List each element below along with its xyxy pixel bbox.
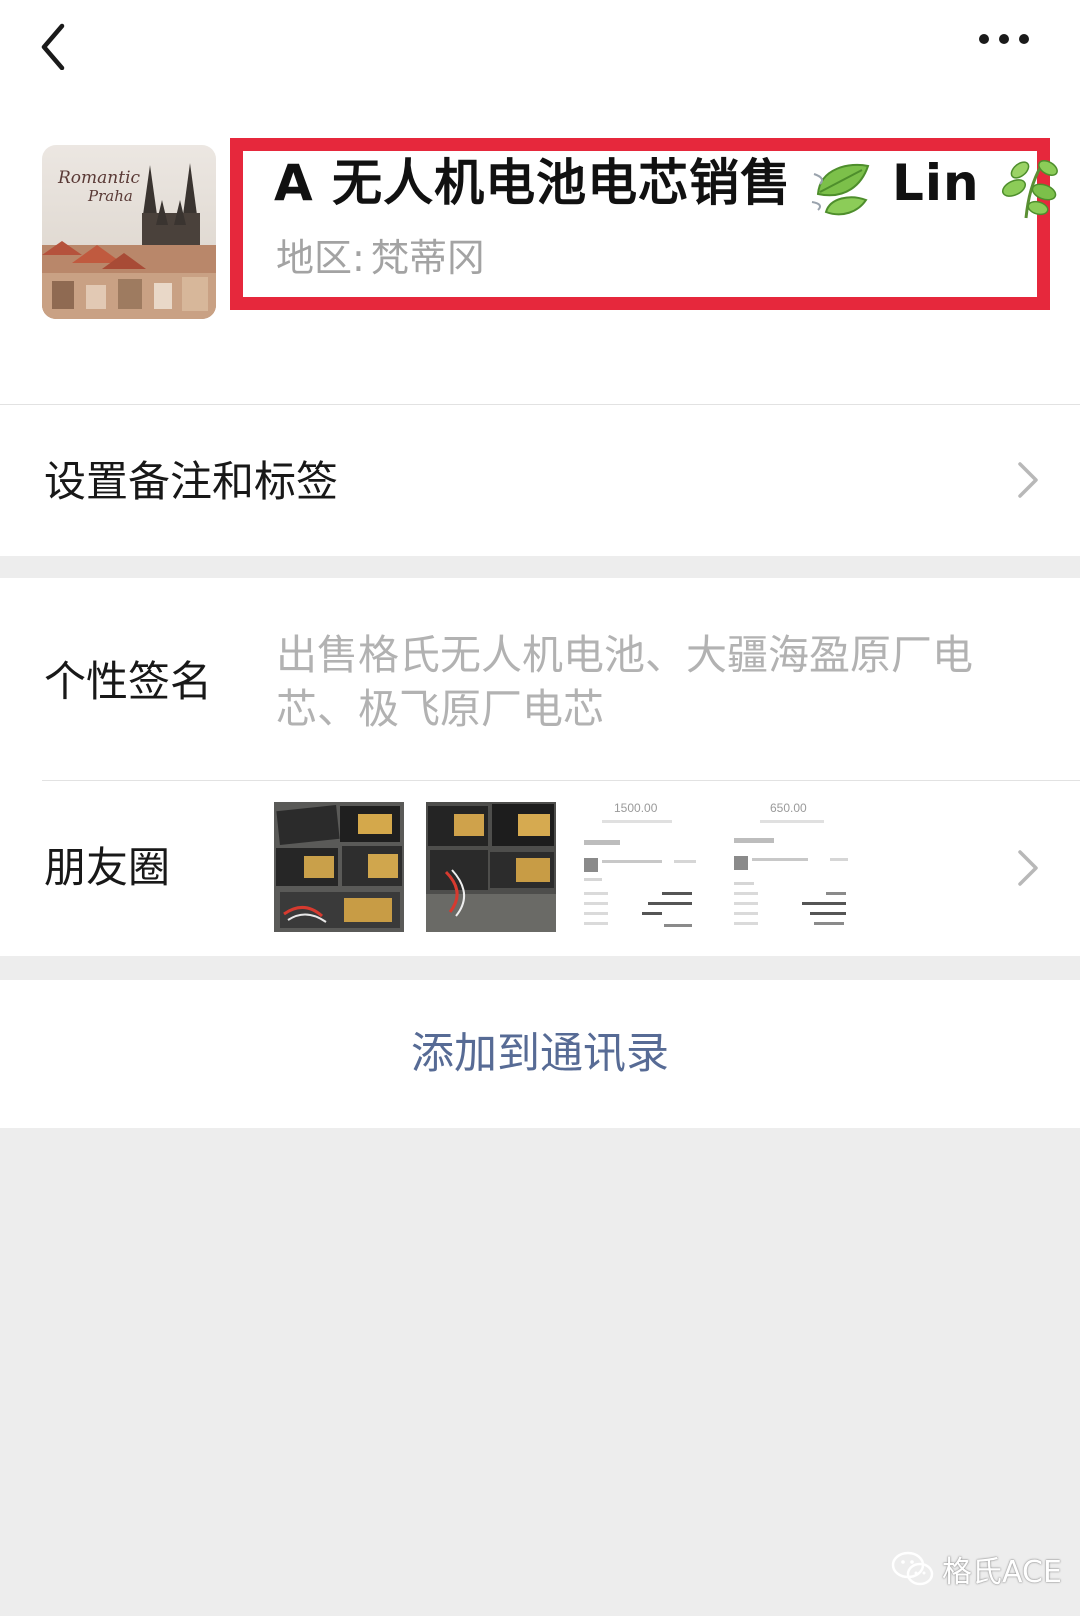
watermark: 格氏ACE bbox=[890, 1544, 1062, 1594]
watermark-text: 格氏ACE bbox=[942, 1555, 1062, 1590]
nickname-main: 无人机电池电芯销售 bbox=[332, 154, 792, 212]
profile-header-section: Romantic Praha A 无人机电池电芯销售 Lin 地区: 梵蒂冈 设… bbox=[0, 0, 1080, 556]
nickname-suffix: Lin bbox=[891, 154, 980, 212]
more-dots-icon bbox=[979, 34, 1029, 44]
receipt-amount: 650.00 bbox=[770, 802, 807, 815]
signature-text: 出售格氏无人机电池、大疆海盈原厂电芯、极飞原厂电芯 bbox=[276, 631, 973, 733]
avatar-caption: Romantic bbox=[57, 168, 141, 188]
chevron-right-icon bbox=[1018, 850, 1038, 886]
chevron-left-icon bbox=[41, 23, 65, 71]
moments-label: 朋友圈 bbox=[44, 843, 171, 892]
region-value: 梵蒂冈 bbox=[370, 236, 485, 280]
back-button[interactable] bbox=[30, 10, 90, 71]
receipt-amount: 1500.00 bbox=[614, 802, 658, 815]
herb-icon bbox=[1001, 159, 1058, 218]
profile-page: Romantic Praha A 无人机电池电芯销售 Lin 地区: 梵蒂冈 设… bbox=[0, 0, 1080, 1616]
leaf-wind-icon bbox=[811, 163, 869, 215]
wechat-logo-icon bbox=[891, 1551, 934, 1586]
add-contact-section: 添加到通讯录 bbox=[0, 980, 1080, 1128]
avatar-caption: Praha bbox=[87, 187, 133, 205]
signature-label: 个性签名 bbox=[44, 657, 213, 706]
nickname-prefix: A bbox=[274, 154, 314, 212]
moments-thumbnail bbox=[426, 802, 556, 932]
add-to-contacts-button[interactable]: 添加到通讯录 bbox=[0, 980, 1080, 1128]
region-label: 地区: bbox=[276, 236, 365, 280]
chevron-right-icon bbox=[1018, 462, 1038, 498]
moments-thumbnail bbox=[274, 802, 404, 932]
more-button[interactable] bbox=[966, 18, 1046, 58]
moments-thumbnails: 1500.00 650.00 bbox=[274, 802, 874, 932]
moments-thumbnail: 650.00 bbox=[730, 802, 860, 932]
settings-row-label: 设置备注和标签 bbox=[44, 457, 339, 506]
moments-thumbnail: 1500.00 bbox=[578, 802, 708, 932]
region-line: 地区: 梵蒂冈 bbox=[276, 232, 485, 284]
avatar[interactable]: Romantic Praha bbox=[42, 145, 216, 319]
nickname: A 无人机电池电芯销售 Lin bbox=[274, 148, 1062, 220]
